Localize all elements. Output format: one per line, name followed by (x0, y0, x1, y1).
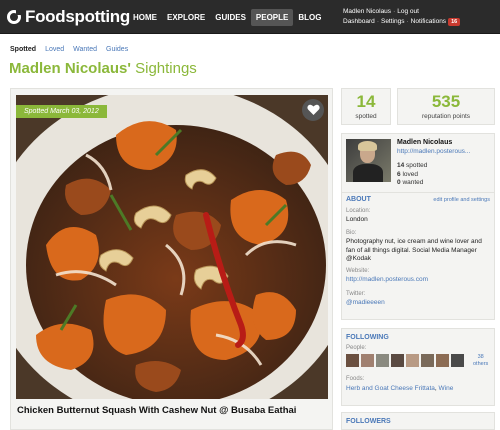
reputation-count: 535 (431, 92, 461, 111)
edit-profile-link[interactable]: edit profile and settings (433, 197, 490, 203)
logo-text: Foodspotting (25, 7, 130, 26)
following-avatar[interactable] (451, 354, 464, 367)
spotted-count: 14 (356, 92, 376, 111)
dish-title[interactable]: Chicken Butternut Squash With Cashew Nut… (17, 405, 329, 416)
foods-label: Foods: (346, 376, 365, 382)
main-nav: HOME EXPLORE GUIDES PEOPLE BLOG (128, 9, 326, 26)
nav-blog[interactable]: BLOG (293, 9, 326, 26)
notifications-link[interactable]: Notifications (411, 18, 446, 25)
profile-tabs: Spotted Loved Wanted Guides (10, 46, 128, 53)
food-link[interactable]: Herb and Goat Cheese Frittata (346, 385, 435, 392)
location-value: London (346, 216, 368, 223)
followers-section-header: FOLLOWERS (342, 415, 494, 425)
twitter-link[interactable]: @madieeeen (346, 299, 492, 308)
reputation-stat: 535 reputation points (397, 88, 495, 125)
about-title: ABOUT (346, 196, 371, 203)
people-label: People: (346, 345, 367, 351)
nav-guides[interactable]: GUIDES (210, 9, 251, 26)
bio-label: Bio: (346, 230, 357, 236)
following-others-link[interactable]: 38 others (473, 354, 488, 368)
favorite-button[interactable] (302, 99, 324, 121)
user-name-link[interactable]: Madlen Nicolaus (343, 8, 391, 15)
following-section-header: FOLLOWING (342, 331, 494, 341)
notification-count-badge[interactable]: 16 (448, 18, 461, 26)
profile-stats: 14 spotted 6 loved 0 wanted (397, 162, 428, 186)
tab-spotted[interactable]: Spotted (10, 46, 36, 53)
following-avatar[interactable] (361, 354, 374, 367)
profile-card: Madlen Nicolaus http://madlen.posterous.… (341, 133, 495, 320)
page-title: Madlen Nicolaus' Sightings (9, 60, 197, 77)
dish-photo-image (16, 95, 328, 399)
food-link[interactable]: Wine (439, 385, 454, 392)
logo-ring-icon (7, 10, 21, 24)
following-avatar[interactable] (421, 354, 434, 367)
website-label: Website: (346, 268, 370, 274)
sighting-card: Spotted March 03, 2012 Chicken Butternut… (10, 88, 333, 430)
bio-value: Photography nut, ice cream and wine love… (346, 238, 482, 262)
tab-guides[interactable]: Guides (106, 46, 128, 53)
dashboard-link[interactable]: Dashboard (343, 18, 375, 25)
following-avatar[interactable] (406, 354, 419, 367)
nav-home[interactable]: HOME (128, 9, 162, 26)
dish-photo[interactable]: Spotted March 03, 2012 (16, 95, 328, 399)
followers-card: FOLLOWERS (341, 412, 495, 430)
avatar[interactable] (346, 139, 391, 182)
twitter-label: Twitter: (346, 291, 366, 297)
following-people-list (346, 354, 464, 367)
heart-icon (306, 104, 320, 115)
location-label: Location: (346, 208, 371, 214)
followers-title: FOLLOWERS (346, 418, 391, 425)
foods-list: Herb and Goat Cheese Frittata, Wine (346, 385, 454, 392)
following-avatar[interactable] (391, 354, 404, 367)
following-avatar[interactable] (376, 354, 389, 367)
reputation-label: reputation points (421, 113, 471, 120)
spotted-stat: 14 spotted (341, 88, 391, 125)
nav-people[interactable]: PEOPLE (250, 9, 294, 26)
website-link[interactable]: http://madlen.posterous.com (346, 276, 492, 285)
page-title-name: Madlen Nicolaus' (9, 60, 131, 77)
page-title-rest: Sightings (130, 60, 197, 77)
following-avatar[interactable] (436, 354, 449, 367)
spotted-date-label: Spotted March 03, 2012 (16, 105, 107, 118)
tab-loved[interactable]: Loved (45, 46, 64, 53)
nav-explore[interactable]: EXPLORE (162, 9, 210, 26)
tab-wanted[interactable]: Wanted (73, 46, 97, 53)
top-nav-bar: Foodspotting HOME EXPLORE GUIDES PEOPLE … (0, 0, 500, 34)
profile-name[interactable]: Madlen Nicolaus (397, 139, 452, 146)
logout-link[interactable]: Log out (397, 8, 419, 15)
user-menu: Madlen Nicolaus · Log out Dashboard · Settin… (343, 7, 461, 27)
following-card: FOLLOWING People: 38 others Foods: Herb … (341, 328, 495, 406)
following-title: FOLLOWING (346, 334, 389, 341)
settings-link[interactable]: Settings (381, 18, 405, 25)
spotted-label: spotted (355, 113, 377, 120)
following-avatar[interactable] (346, 354, 359, 367)
profile-url[interactable]: http://madlen.posterous... (397, 148, 470, 155)
about-section-header: ABOUT edit profile and settings (342, 192, 494, 203)
foodspotting-logo[interactable]: Foodspotting (7, 7, 130, 27)
